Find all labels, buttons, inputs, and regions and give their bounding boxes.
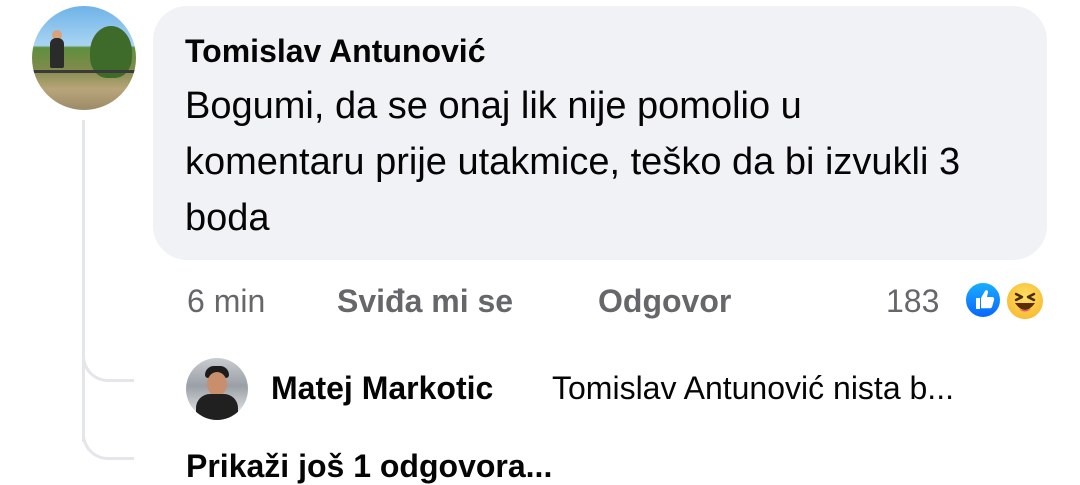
- like-icon[interactable]: [963, 280, 1003, 320]
- avatar-railing: [32, 70, 136, 73]
- haha-icon[interactable]: [1004, 280, 1046, 322]
- comment-bubble: Tomislav Antunović Bogumi, da se onaj li…: [153, 6, 1047, 260]
- reply-avatar-shirt: [196, 394, 238, 420]
- reply-button[interactable]: Odgovor: [598, 283, 731, 320]
- avatar[interactable]: [32, 6, 136, 110]
- reaction-count[interactable]: 183: [886, 283, 939, 320]
- like-button[interactable]: Sviđa mi se: [337, 283, 513, 320]
- show-more-replies-link[interactable]: Prikaži još 1 odgovora...: [186, 448, 552, 485]
- comment-author[interactable]: Tomislav Antunović: [185, 32, 1015, 70]
- reply-author[interactable]: Matej Markotic: [271, 370, 493, 407]
- avatar-person: [50, 38, 64, 68]
- reply-avatar-face: [207, 372, 227, 396]
- comment-text: Bogumi, da se onaj lik nije pomolio u ko…: [185, 85, 961, 239]
- thread-line: [82, 120, 85, 442]
- reply-preview-text[interactable]: Tomislav Antunović nista b...: [552, 370, 954, 407]
- comment-timestamp[interactable]: 6 min: [187, 283, 265, 320]
- thread-connector-more: [82, 408, 134, 460]
- reply-avatar[interactable]: [186, 358, 248, 420]
- thread-connector-reply: [82, 330, 134, 382]
